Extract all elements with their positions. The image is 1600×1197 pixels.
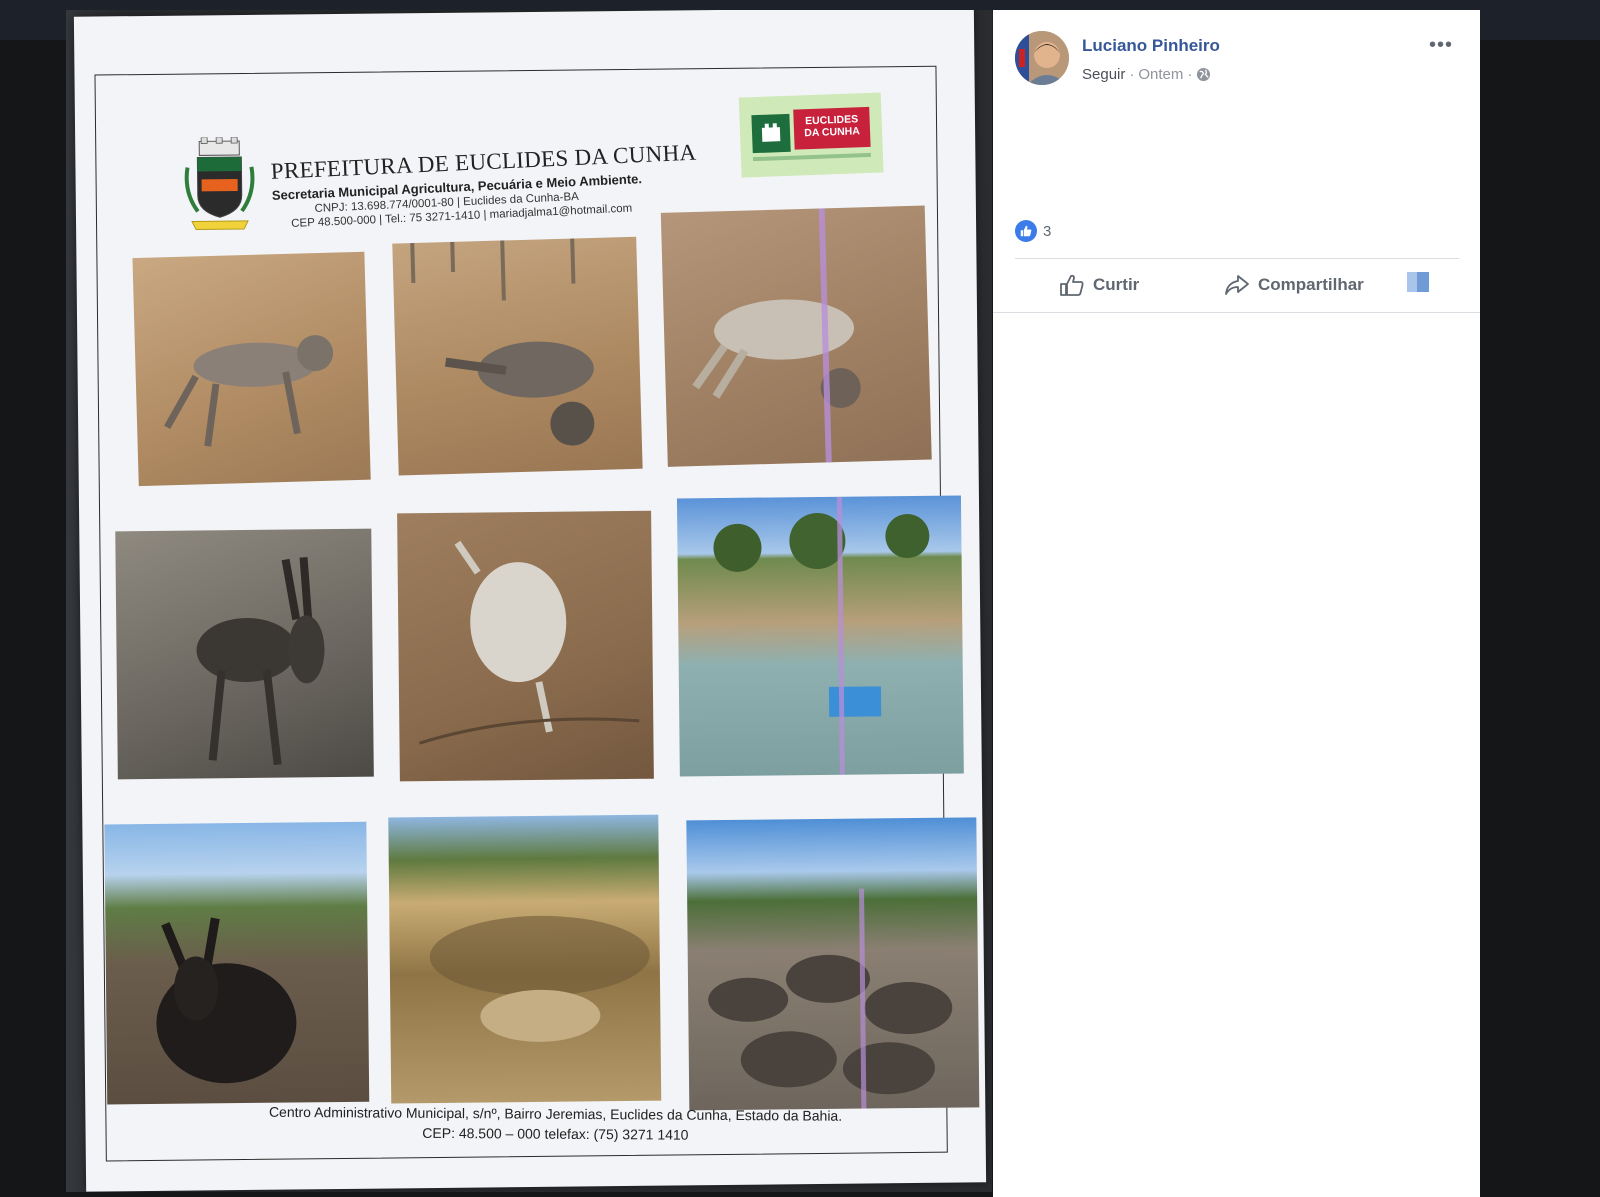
globe-icon bbox=[1197, 67, 1211, 82]
logo-text-line-2: DA CUNHA bbox=[804, 125, 861, 140]
more-options-icon[interactable]: ••• bbox=[1429, 34, 1453, 57]
photo-black-donkey bbox=[104, 821, 370, 1105]
municipal-crest-icon bbox=[184, 136, 255, 230]
share-button[interactable]: Compartilhar bbox=[1224, 272, 1364, 298]
thumbs-up-icon bbox=[1060, 274, 1084, 296]
panel-divider bbox=[993, 312, 1480, 313]
photo-donkey-herd bbox=[686, 817, 980, 1111]
meta-separator: · bbox=[1129, 66, 1135, 83]
city-logo: EUCLIDES DA CUNHA bbox=[738, 92, 884, 178]
send-icon[interactable] bbox=[1407, 272, 1429, 292]
actions-divider bbox=[1015, 258, 1459, 259]
author-avatar[interactable] bbox=[1015, 31, 1069, 85]
follow-button[interactable]: Seguir bbox=[1082, 66, 1125, 83]
logo-underline bbox=[752, 152, 871, 162]
city-emblem-icon bbox=[751, 113, 791, 154]
meta-separator-2: · bbox=[1187, 66, 1193, 83]
post-photo[interactable]: PREFEITURA DE EUCLIDES DA CUNHA Secretar… bbox=[66, 10, 992, 1192]
photo-dead-donkey-2 bbox=[392, 236, 643, 476]
like-reaction-icon bbox=[1015, 220, 1037, 242]
reaction-summary[interactable]: 3 bbox=[1015, 220, 1051, 242]
printed-document: PREFEITURA DE EUCLIDES DA CUNHA Secretar… bbox=[73, 10, 987, 1192]
city-logo-text: EUCLIDES DA CUNHA bbox=[793, 106, 871, 150]
photo-water-hole bbox=[676, 495, 964, 777]
author-name-link[interactable]: Luciano Pinheiro bbox=[1082, 36, 1220, 56]
photo-dry-landscape bbox=[388, 814, 662, 1104]
reaction-count: 3 bbox=[1043, 222, 1052, 240]
post-meta: Seguir · Ontem · bbox=[1082, 66, 1211, 83]
like-button[interactable]: Curtir bbox=[1059, 272, 1139, 298]
photo-dead-donkey-3 bbox=[660, 205, 932, 467]
post-timestamp[interactable]: Ontem bbox=[1138, 66, 1183, 83]
like-button-label: Curtir bbox=[1093, 275, 1140, 294]
share-button-label: Compartilhar bbox=[1258, 275, 1364, 294]
document-footer: Centro Administrativo Municipal, s/nº, B… bbox=[225, 1101, 885, 1146]
share-arrow-icon bbox=[1225, 275, 1249, 295]
photo-dead-donkey-1 bbox=[132, 251, 371, 487]
photo-donkey-remains bbox=[397, 510, 654, 782]
post-details-panel: Luciano Pinheiro Seguir · Ontem · ••• 3 … bbox=[993, 10, 1480, 1197]
photo-thin-donkey bbox=[115, 528, 374, 780]
